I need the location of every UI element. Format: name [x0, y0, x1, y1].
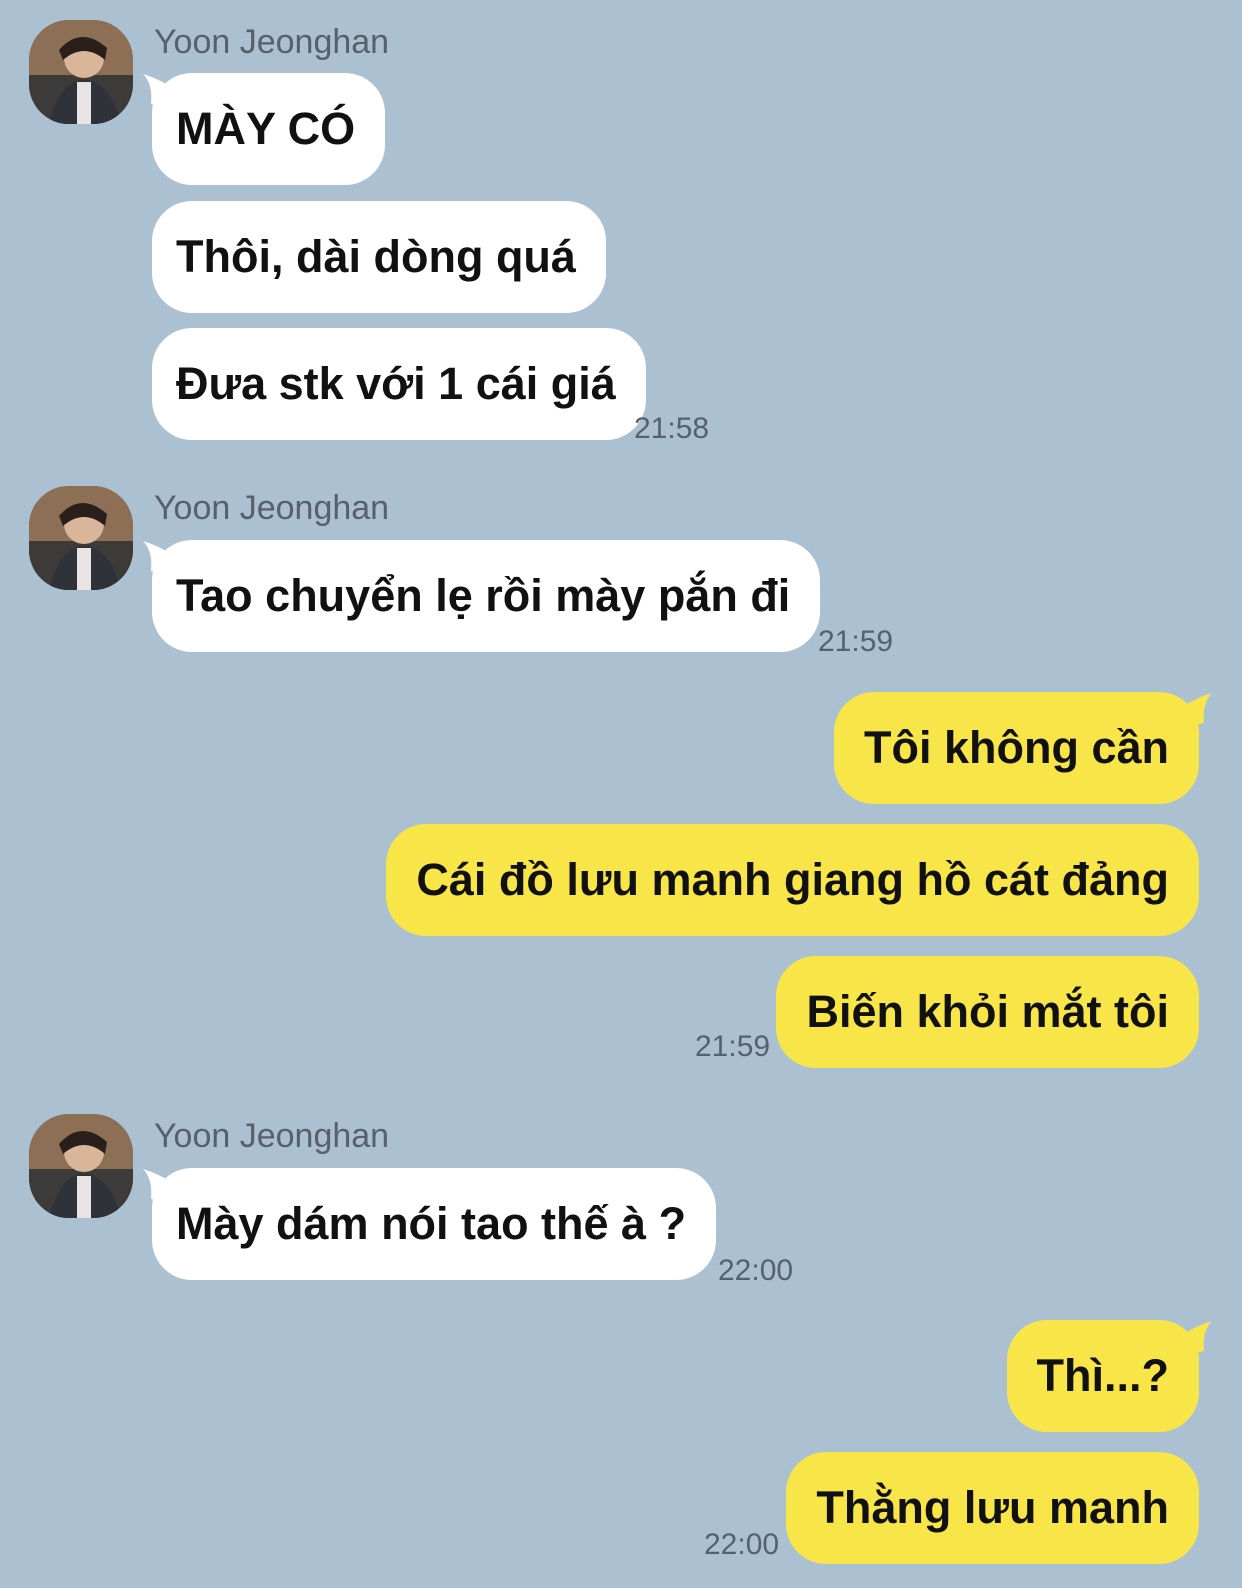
message-bubble[interactable]: Thằng lưu manh: [786, 1452, 1199, 1564]
avatar[interactable]: [29, 1114, 133, 1218]
chat-transcript: Yoon Jeonghan MÀY CÓ Thôi, dài dòng quá …: [0, 0, 1242, 1588]
message-bubble[interactable]: Mày dám nói tao thế à ?: [152, 1168, 717, 1280]
sender-name: Yoon Jeonghan: [154, 23, 390, 61]
sender-name: Yoon Jeonghan: [154, 1117, 390, 1155]
timestamp: 21:59: [818, 625, 894, 658]
message-bubble[interactable]: Tôi không cần: [833, 692, 1199, 804]
timestamp: 21:58: [634, 412, 710, 445]
message-bubble[interactable]: Thôi, dài dòng quá: [152, 201, 606, 313]
message-bubble[interactable]: Cái đồ lưu manh giang hồ cát đảng: [386, 824, 1199, 936]
message-bubble[interactable]: Đưa stk với 1 cái giá: [152, 328, 646, 440]
message-bubble[interactable]: Biến khỏi mắt tôi: [776, 956, 1199, 1068]
message-bubble[interactable]: MÀY CÓ: [152, 73, 386, 185]
avatar[interactable]: [29, 20, 133, 124]
avatar[interactable]: [29, 486, 133, 590]
sender-name: Yoon Jeonghan: [154, 489, 390, 527]
timestamp: 22:00: [704, 1528, 780, 1561]
timestamp: 21:59: [695, 1030, 771, 1063]
timestamp: 22:00: [718, 1254, 794, 1287]
message-bubble[interactable]: Thì...?: [1006, 1320, 1199, 1432]
message-bubble[interactable]: Tao chuyển lẹ rồi mày pắn đi: [152, 540, 821, 652]
